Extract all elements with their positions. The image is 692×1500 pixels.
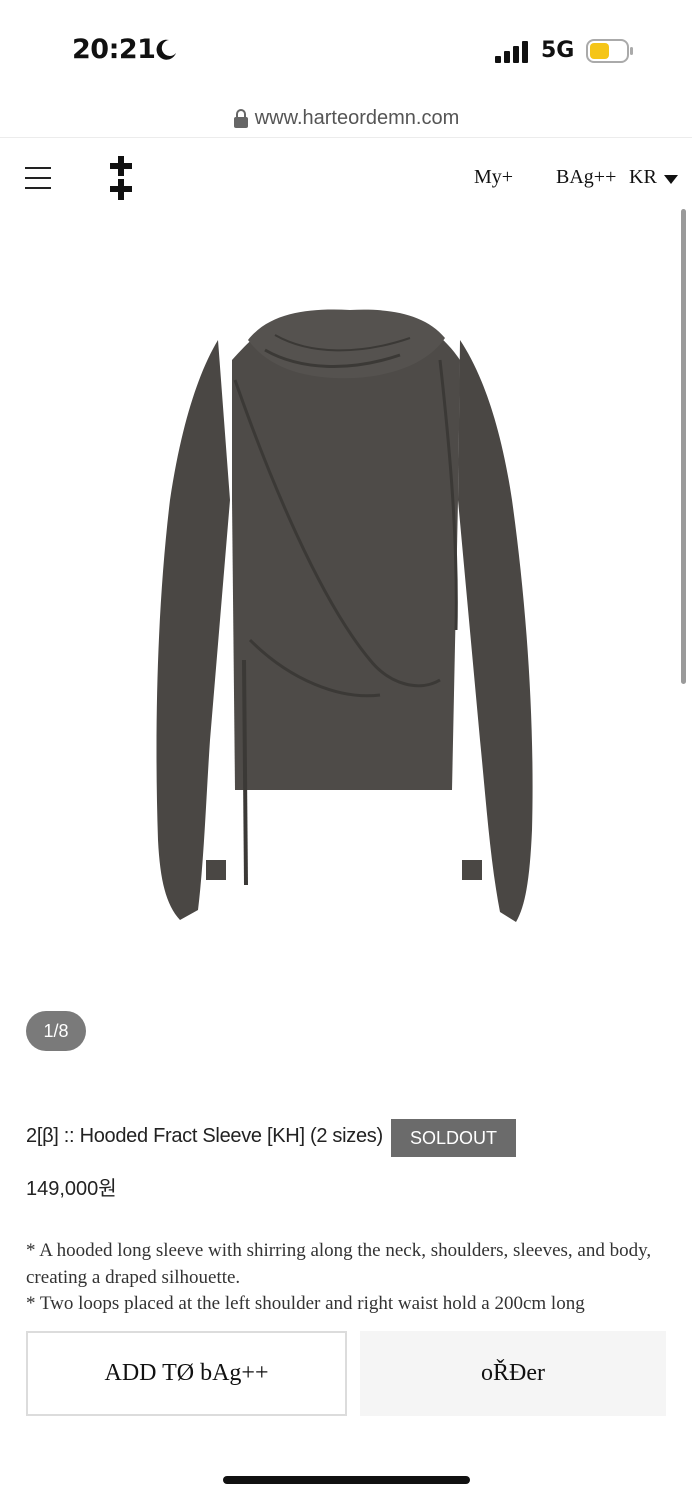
status-time: 20:21 [72,34,156,65]
product-price: 149,000원 [26,1178,117,1200]
language-selector[interactable]: KR [629,166,657,189]
product-title: 2[β] :: Hooded Fract Sleeve [KH] (2 size… [26,1125,383,1147]
address-bar[interactable]: www.harteordemn.com [0,100,692,138]
product-image[interactable] [140,300,560,940]
site-header: My+ BAg++ KR [0,139,692,209]
network-label: 5G [541,38,575,63]
status-bar: 20:21 5G [0,0,692,100]
hamburger-menu-icon[interactable] [25,166,51,190]
action-bar: ADD TØ bAg++ oŘĐer [0,1313,692,1500]
cellular-signal-icon [495,41,528,63]
product-description: * A hooded long sleeve with shirring alo… [26,1238,666,1318]
battery-icon [586,39,633,63]
home-indicator[interactable] [223,1476,470,1484]
scrollbar[interactable] [681,209,686,684]
nav-bag[interactable]: BAg++ [556,166,616,189]
moon-icon [156,39,176,60]
nav-my-account[interactable]: My+ [474,166,513,189]
description-line: * A hooded long sleeve with shirring alo… [26,1240,652,1288]
order-button[interactable]: oŘĐer [360,1331,666,1416]
status-badge: SOLDOUT [391,1119,516,1157]
add-to-bag-button[interactable]: ADD TØ bAg++ [26,1331,347,1416]
image-pager: 1/8 [26,1011,86,1051]
url-text: www.harteordemn.com [254,107,460,129]
brand-logo-icon[interactable] [109,156,133,200]
caret-down-icon[interactable] [664,175,678,184]
lock-icon [233,108,248,128]
